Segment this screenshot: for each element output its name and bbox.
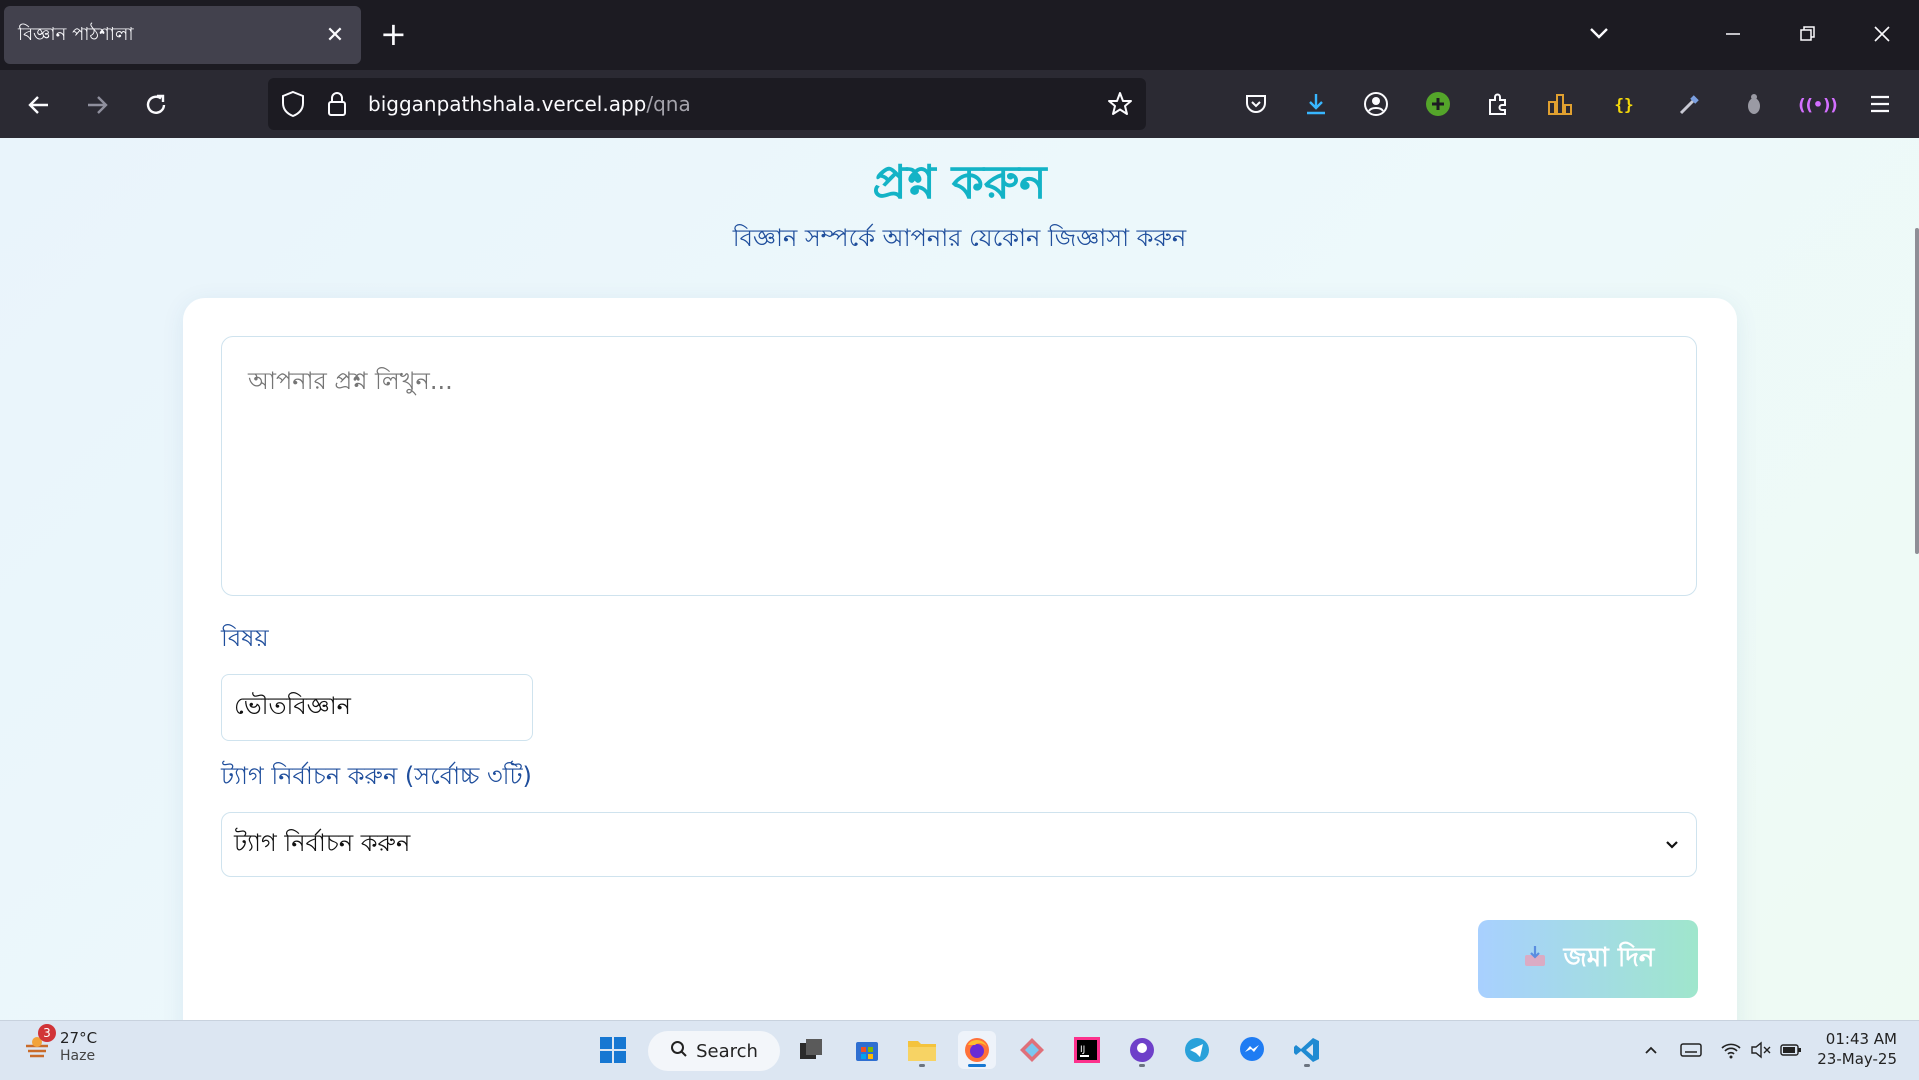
- broadcast-icon[interactable]: ((•)): [1798, 86, 1837, 122]
- tag-select-value: ট্যাগ নির্বাচন করুন: [234, 828, 411, 857]
- extensions-puzzle-icon[interactable]: [1480, 86, 1516, 122]
- wifi-icon[interactable]: [1720, 1039, 1742, 1061]
- open-indicator: [919, 1064, 925, 1067]
- task-view-icon[interactable]: [792, 1031, 830, 1069]
- tab-title: বিজ্ঞান পাঠশালা: [18, 23, 134, 45]
- keyboard-icon[interactable]: [1680, 1039, 1702, 1061]
- store-icon[interactable]: [848, 1031, 886, 1069]
- page-content: প্রশ্ন করুন বিজ্ঞান সম্পর্কে আপনার যেকোন…: [0, 138, 1919, 1020]
- svg-text:IJ: IJ: [1080, 1045, 1085, 1055]
- clock-date: 23-May-25: [1817, 1050, 1897, 1068]
- question-form-card: বিষয় ভৌতবিজ্ঞান ট্যাগ নির্বাচন করুন (সর…: [183, 298, 1737, 1020]
- browser-tab-active[interactable]: বিজ্ঞান পাঠশালা ✕: [4, 6, 361, 64]
- clock-time: 01:43 AM: [1825, 1030, 1897, 1048]
- github-desktop-icon[interactable]: [1123, 1031, 1161, 1069]
- telegram-icon[interactable]: [1178, 1031, 1216, 1069]
- browser-navbar: bigganpathshala.vercel.app/qna {} ((•)): [0, 70, 1919, 138]
- windows-taskbar: 3 27°C Haze Search IJ 01:43 AM 23-May-25: [0, 1020, 1919, 1080]
- tags-label: ট্যাগ নির্বাচন করুন (সর্বোচ্চ ৩টি): [221, 762, 532, 790]
- minimize-icon[interactable]: [1713, 14, 1753, 54]
- messenger-icon[interactable]: [1233, 1031, 1271, 1069]
- intellij-icon[interactable]: IJ: [1068, 1031, 1106, 1069]
- open-indicator: [1304, 1064, 1310, 1067]
- subject-input[interactable]: ভৌতবিজ্ঞান: [221, 674, 533, 741]
- search-icon: [670, 1040, 688, 1063]
- download-icon[interactable]: [1298, 86, 1334, 122]
- scrollbar-thumb[interactable]: [1915, 228, 1919, 554]
- url-path: /qna: [646, 92, 691, 116]
- reload-icon[interactable]: [137, 86, 175, 124]
- menu-hamburger-icon[interactable]: [1862, 86, 1898, 122]
- active-indicator: [968, 1064, 986, 1067]
- chevron-down-icon: [1662, 833, 1682, 861]
- weather-badge: 3: [38, 1024, 56, 1042]
- weather-widget[interactable]: 3 27°C Haze: [22, 1024, 98, 1065]
- eyedropper-icon[interactable]: [1672, 86, 1708, 122]
- submit-button[interactable]: জমা দিন: [1478, 920, 1698, 998]
- browser-tab-strip: বিজ্ঞান পাঠশালা ✕ +: [0, 0, 1919, 70]
- snipping-tool-icon[interactable]: [1013, 1031, 1051, 1069]
- firefox-icon[interactable]: [958, 1031, 996, 1069]
- restore-icon[interactable]: [1788, 14, 1828, 54]
- extension-plus-icon[interactable]: [1420, 86, 1456, 122]
- submit-label: জমা দিন: [1563, 943, 1655, 973]
- taskbar-clock[interactable]: 01:43 AM 23-May-25: [1817, 1029, 1897, 1069]
- close-tab-icon[interactable]: ✕: [323, 23, 347, 48]
- question-textarea[interactable]: [221, 336, 1697, 596]
- json-braces-icon[interactable]: {}: [1606, 86, 1642, 122]
- file-explorer-icon[interactable]: [903, 1031, 941, 1069]
- tag-select-dropdown[interactable]: ট্যাগ নির্বাচন করুন: [221, 812, 1697, 877]
- windows-start-icon[interactable]: [594, 1031, 632, 1069]
- forward-arrow-icon[interactable]: [78, 86, 116, 124]
- tray-chevron-up-icon[interactable]: [1640, 1039, 1662, 1061]
- weather-icon: 3: [22, 1024, 56, 1062]
- url-host: bigganpathshala.vercel.app: [368, 92, 647, 116]
- subject-value: ভৌতবিজ্ঞান: [234, 691, 351, 720]
- subject-label: বিষয়: [221, 624, 269, 652]
- account-icon[interactable]: [1358, 86, 1394, 122]
- lock-icon[interactable]: [326, 90, 348, 122]
- back-arrow-icon[interactable]: [20, 86, 58, 124]
- pocket-icon[interactable]: [1238, 86, 1274, 122]
- search-label: Search: [696, 1040, 758, 1062]
- vscode-icon[interactable]: [1288, 1031, 1326, 1069]
- new-tab-icon[interactable]: +: [380, 16, 407, 52]
- taskbar-search[interactable]: Search: [648, 1031, 780, 1071]
- url-text[interactable]: bigganpathshala.vercel.app/qna: [368, 92, 691, 116]
- volume-muted-icon[interactable]: [1750, 1039, 1772, 1061]
- chart-extension-icon[interactable]: [1542, 86, 1578, 122]
- page-title: প্রশ্ন করুন: [872, 155, 1047, 209]
- shield-icon[interactable]: [280, 90, 306, 122]
- open-indicator: [1139, 1064, 1145, 1067]
- inbox-icon: [1522, 943, 1548, 976]
- address-bar[interactable]: bigganpathshala.vercel.app/qna: [268, 78, 1146, 130]
- tab-list-chevron-icon[interactable]: [1584, 18, 1614, 48]
- page-subtitle: বিজ্ঞান সম্পর্কে আপনার যেকোন জিজ্ঞাসা কর…: [732, 224, 1187, 252]
- weather-temp: 27°C: [60, 1029, 98, 1047]
- bug-extension-icon[interactable]: [1736, 86, 1772, 122]
- close-window-icon[interactable]: [1862, 14, 1902, 54]
- bookmark-star-icon[interactable]: [1106, 90, 1134, 122]
- battery-icon[interactable]: [1780, 1039, 1802, 1061]
- weather-condition: Haze: [60, 1048, 96, 1064]
